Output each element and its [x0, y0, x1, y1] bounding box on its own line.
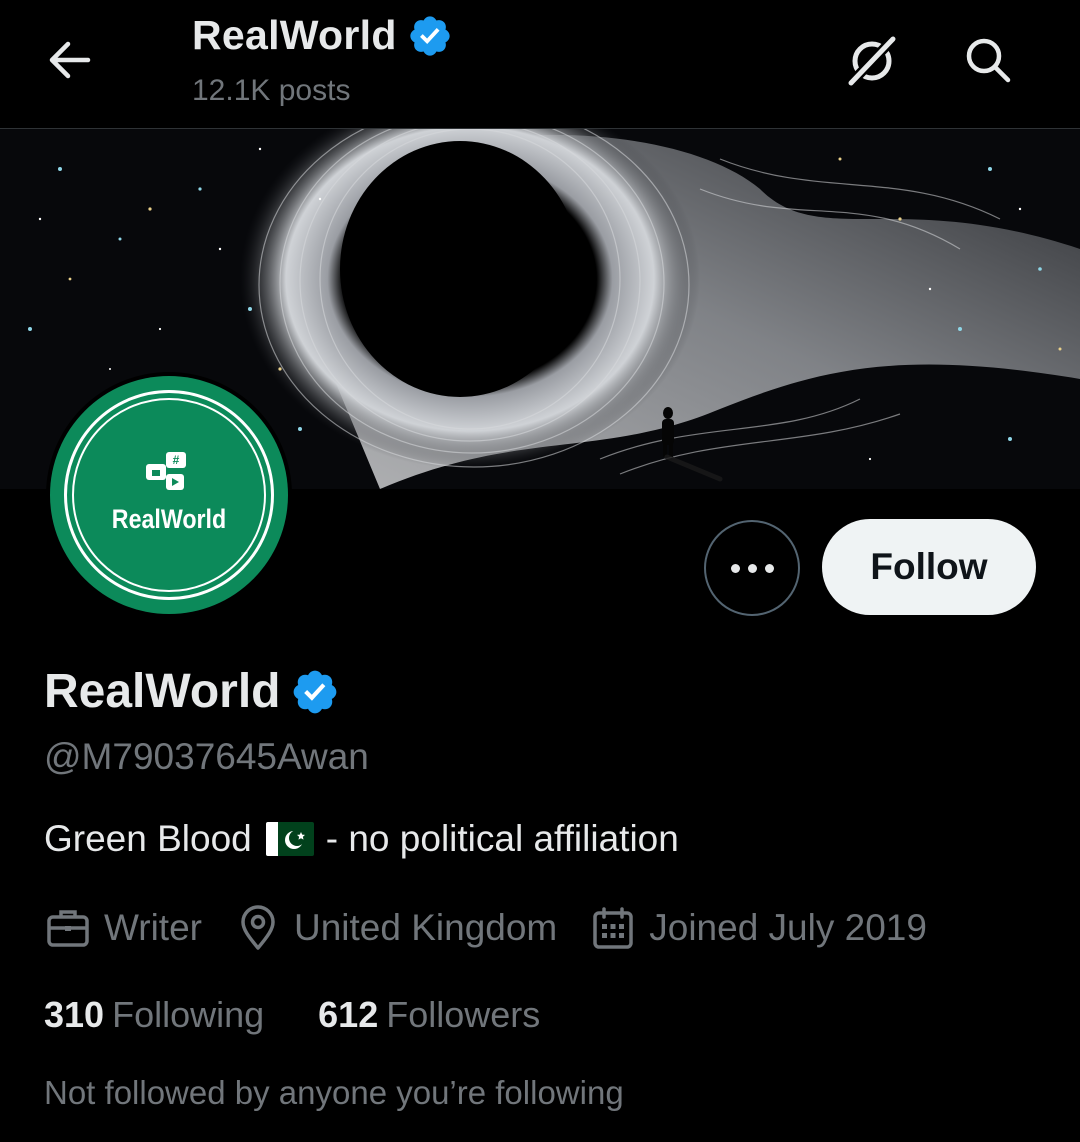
briefcase-icon	[47, 910, 89, 947]
profile-meta: Writer United Kingdom Joined July 2019	[44, 904, 959, 952]
top-bar: RealWorld 12.1K posts	[0, 0, 1080, 128]
post-count: 12.1K posts	[192, 74, 351, 107]
social-chat-icon: #	[146, 452, 186, 490]
back-button[interactable]	[44, 36, 96, 84]
follow-stats: 310 Following 612 Followers	[44, 994, 594, 1036]
verified-badge-icon[interactable]	[290, 667, 340, 717]
grok-icon	[845, 33, 899, 87]
avatar-brand-text: RealWorld	[111, 504, 227, 534]
calendar-icon	[593, 907, 633, 949]
bio-text-start: Green Blood	[44, 818, 252, 859]
profile-bio: Green Blood - no political affiliation	[44, 818, 679, 860]
following-count: 310	[44, 994, 105, 1035]
bio-text-end: - no political affiliation	[325, 818, 679, 859]
user-handle: @M79037645Awan	[44, 736, 369, 777]
followers-count: 612	[318, 994, 379, 1035]
profession-text: Writer	[104, 907, 202, 948]
location-item: United Kingdom	[234, 904, 557, 952]
more-options-icon	[730, 563, 774, 573]
header-title-group: RealWorld	[192, 12, 453, 59]
social-context: Not followed by anyone you’re following	[44, 1074, 624, 1111]
arrow-left-icon	[49, 41, 91, 79]
followers-link[interactable]: 612 Followers	[318, 994, 540, 1036]
profile-avatar[interactable]: # RealWorld	[46, 372, 292, 618]
joined-text: Joined July 2019	[649, 907, 927, 948]
profession-item: Writer	[44, 904, 202, 952]
verified-badge-icon	[410, 15, 450, 56]
profile-name-row: RealWorld	[44, 664, 340, 719]
following-label: Following	[112, 994, 265, 1035]
joined-item: Joined July 2019	[589, 904, 927, 952]
followers-label: Followers	[386, 994, 541, 1035]
location-pin-icon	[241, 905, 275, 950]
pakistan-flag-icon	[265, 822, 314, 856]
svg-text:#: #	[173, 453, 180, 467]
display-name: RealWorld	[44, 665, 281, 718]
avatar-ring-inner	[72, 398, 266, 592]
search-button[interactable]	[958, 30, 1018, 90]
avatar-logo: # RealWorld	[50, 376, 288, 614]
more-options-button[interactable]	[704, 520, 800, 616]
follow-button[interactable]: Follow	[822, 519, 1036, 615]
search-icon	[966, 38, 1011, 83]
location-text: United Kingdom	[293, 907, 558, 948]
grok-button[interactable]	[842, 30, 902, 90]
header-title: RealWorld	[192, 12, 397, 58]
following-link[interactable]: 310 Following	[44, 994, 264, 1036]
